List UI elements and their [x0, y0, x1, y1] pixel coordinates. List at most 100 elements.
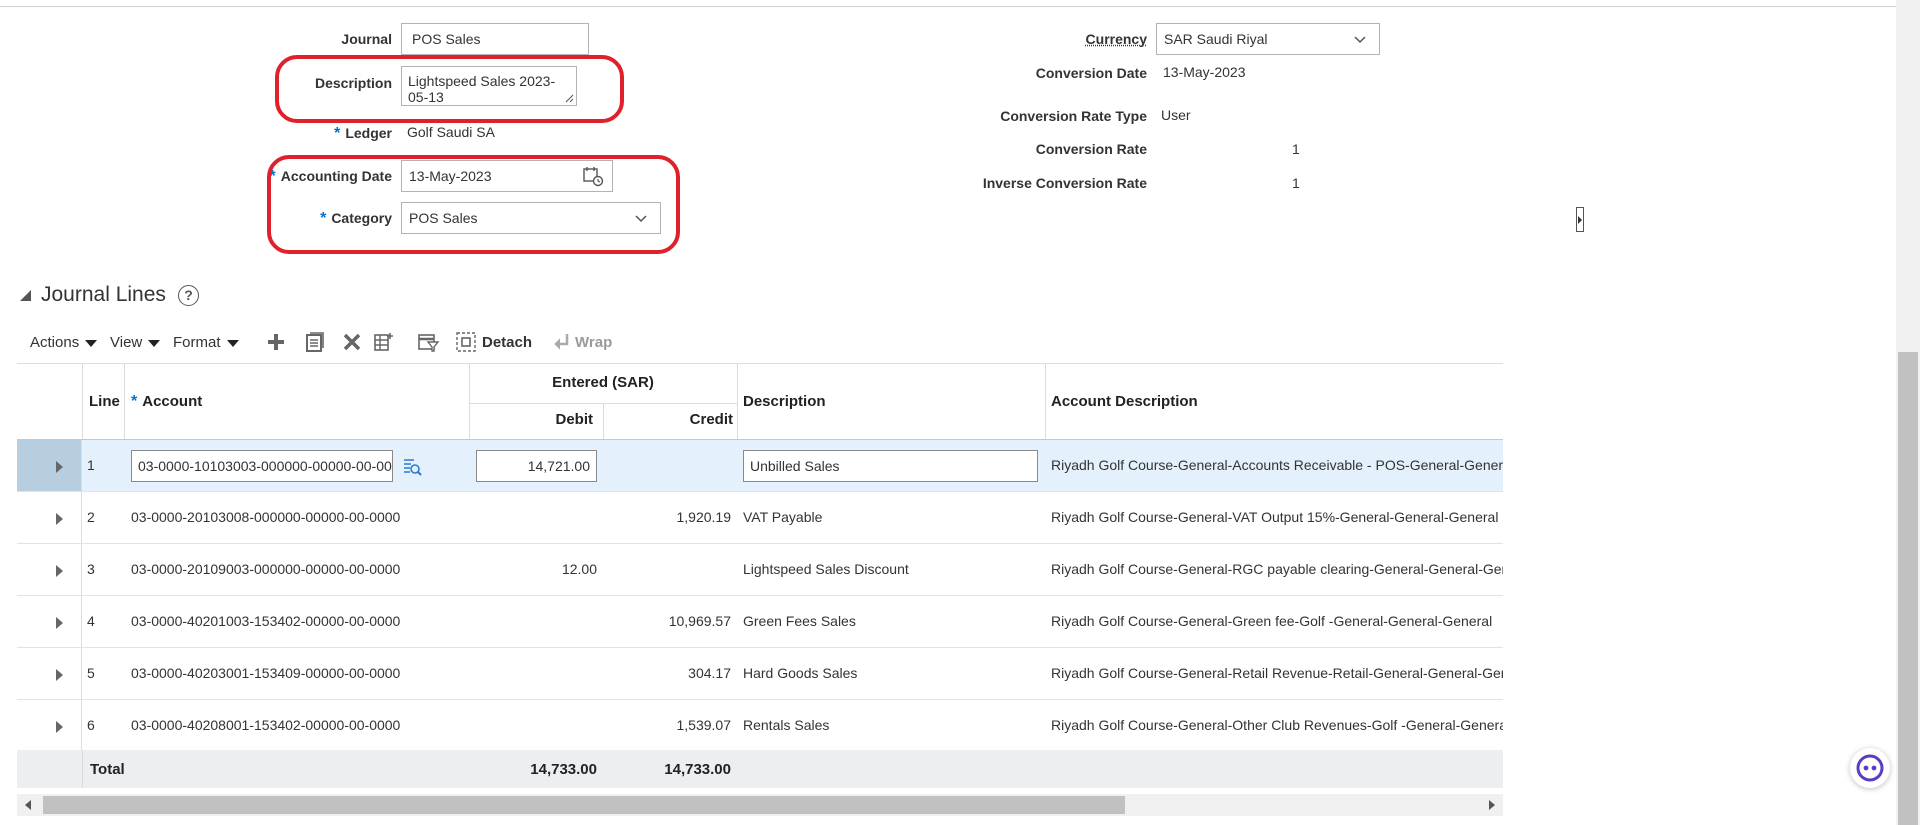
line-number: 2 [87, 509, 95, 525]
account-value: 03-0000-10103003-000000-00000-00-0000 [138, 458, 393, 474]
conversion-rate-type-value: User [1161, 107, 1191, 123]
section-title: Journal Lines [41, 283, 166, 306]
scroll-right-icon[interactable] [1489, 800, 1495, 810]
account-value: 03-0000-20103008-000000-00000-00-0000 [131, 509, 401, 525]
table-row[interactable]: 2 03-0000-20103008-000000-00000-00-0000 … [17, 492, 1503, 544]
expand-row-icon[interactable] [56, 461, 63, 473]
actions-menu[interactable]: Actions [30, 334, 98, 351]
col-header-description[interactable]: Description [743, 393, 826, 410]
account-value: 03-0000-40208001-153402-00000-00-0000 [131, 717, 401, 733]
col-header-account-description[interactable]: Account Description [1051, 393, 1198, 410]
row-expand[interactable] [17, 440, 82, 491]
col-divider [1045, 363, 1046, 439]
table-row[interactable]: 4 03-0000-40201003-153402-00000-00-0000 … [17, 596, 1503, 648]
row-expand[interactable] [17, 544, 82, 595]
highlight-box-date-category [267, 155, 680, 254]
vertical-scroll-thumb[interactable] [1898, 352, 1918, 825]
view-menu[interactable]: View [110, 334, 161, 351]
col-header-credit[interactable]: Credit [690, 411, 733, 428]
add-row-icon[interactable] [264, 330, 288, 354]
line-number: 5 [87, 665, 95, 681]
detach-button[interactable]: Detach [482, 334, 532, 351]
inverse-conversion-rate-label: Inverse Conversion Rate [982, 175, 1147, 191]
required-mark: * [131, 393, 138, 410]
debit-input[interactable]: 14,721.00 [476, 450, 597, 482]
row-expand[interactable] [17, 492, 82, 543]
highlight-box-description [275, 55, 624, 123]
col-header-line[interactable]: Line [89, 393, 120, 410]
vertical-scrollbar[interactable] [1896, 0, 1920, 825]
total-credit: 14,733.00 [664, 761, 731, 778]
format-menu-label: Format [173, 334, 221, 351]
line-description-value: Rentals Sales [743, 717, 830, 733]
col-divider [124, 363, 125, 439]
conversion-rate-type-label: Conversion Rate Type [1000, 108, 1147, 124]
account-search-icon[interactable] [401, 456, 423, 478]
inverse-conversion-rate-value: 1 [1292, 175, 1300, 191]
scroll-left-icon[interactable] [25, 800, 31, 810]
delete-row-icon[interactable] [340, 330, 364, 354]
account-description: Riyadh Golf Course-General-Retail Revenu… [1051, 665, 1503, 681]
line-number: 4 [87, 613, 95, 629]
col-divider [82, 750, 83, 788]
horizontal-scrollbar[interactable] [17, 794, 1503, 816]
account-value: 03-0000-20109003-000000-00000-00-0000 [131, 561, 401, 577]
detach-icon[interactable] [454, 330, 478, 354]
expand-row-icon[interactable] [56, 669, 63, 681]
line-number: 1 [87, 457, 95, 473]
expand-row-icon[interactable] [56, 565, 63, 577]
currency-value: SAR Saudi Riyal [1164, 31, 1268, 47]
caret-down-icon [226, 340, 239, 347]
top-divider [0, 6, 1896, 7]
header-top-border [17, 363, 1503, 364]
col-header-debit[interactable]: Debit [556, 411, 594, 428]
collapse-section-icon[interactable] [20, 290, 31, 301]
horizontal-scroll-thumb[interactable] [43, 796, 1125, 814]
conversion-date-value: 13-May-2023 [1163, 64, 1246, 80]
help-icon[interactable]: ? [178, 285, 199, 306]
description-input[interactable]: Unbilled Sales [743, 450, 1038, 482]
caret-down-icon [148, 340, 161, 347]
account-description: Riyadh Golf Course-General-RGC payable c… [1051, 561, 1503, 577]
col-header-entered-group: Entered (SAR) [552, 374, 654, 391]
query-by-example-icon[interactable] [416, 330, 440, 354]
required-mark: * [334, 125, 341, 142]
table-row[interactable]: 5 03-0000-40203001-153409-00000-00-0000 … [17, 648, 1503, 700]
row-expand[interactable] [17, 596, 82, 647]
account-description: Riyadh Golf Course-General-Other Club Re… [1051, 717, 1503, 733]
table-row[interactable]: 1 03-0000-10103003-000000-00000-00-0000 … [17, 440, 1503, 492]
wrap-button: Wrap [575, 334, 613, 351]
account-description: Riyadh Golf Course-General-VAT Output 15… [1051, 509, 1499, 525]
credit-value: 1,539.07 [676, 717, 732, 733]
line-description-value: Green Fees Sales [743, 613, 856, 629]
row-expand[interactable] [17, 700, 82, 751]
row-expand[interactable] [17, 648, 82, 699]
table-row[interactable]: 6 03-0000-40208001-153402-00000-00-0000 … [17, 700, 1503, 752]
currency-label[interactable]: Currency [1086, 31, 1147, 47]
expand-row-icon[interactable] [56, 617, 63, 629]
expand-row-icon[interactable] [56, 513, 63, 525]
col-divider [737, 363, 738, 439]
account-input[interactable]: 03-0000-10103003-000000-00000-00-0000 [131, 450, 393, 482]
account-description: Riyadh Golf Course-General-Accounts Rece… [1051, 457, 1503, 473]
table-columns-icon[interactable] [372, 330, 396, 354]
table-row[interactable]: 3 03-0000-20109003-000000-00000-00-0000 … [17, 544, 1503, 596]
currency-select[interactable]: SAR Saudi Riyal [1156, 23, 1380, 55]
ledger-value: Golf Saudi SA [407, 124, 495, 140]
panel-expand-toggle[interactable] [1576, 207, 1584, 232]
col-header-account[interactable]: * Account [131, 393, 202, 411]
credit-value: 304.17 [688, 665, 731, 681]
view-menu-label: View [110, 334, 143, 351]
journal-field[interactable]: POS Sales [401, 23, 589, 55]
total-row: Total 14,733.00 14,733.00 [17, 750, 1503, 788]
caret-down-icon [85, 340, 98, 347]
actions-menu-label: Actions [30, 334, 80, 351]
expand-row-icon[interactable] [56, 721, 63, 733]
ledger-label-text: Ledger [345, 125, 392, 141]
chevron-down-icon [1354, 36, 1366, 44]
assistant-button[interactable] [1850, 748, 1890, 788]
duplicate-row-icon[interactable] [302, 330, 326, 354]
format-menu[interactable]: Format [173, 334, 239, 351]
conversion-date-label: Conversion Date [1035, 65, 1147, 81]
account-value: 03-0000-40201003-153402-00000-00-0000 [131, 613, 401, 629]
